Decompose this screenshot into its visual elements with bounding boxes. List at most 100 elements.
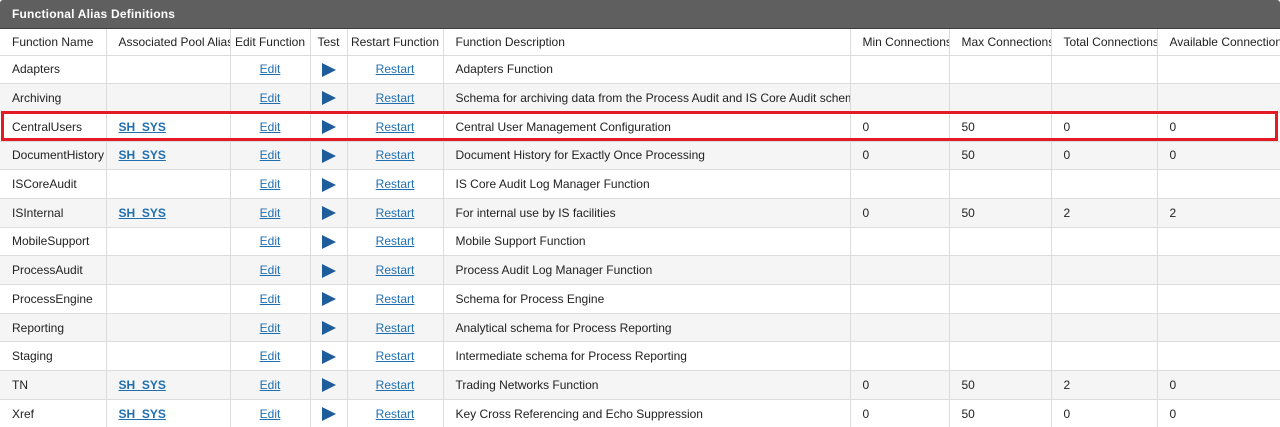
function-name-cell: MobileSupport bbox=[0, 227, 107, 257]
edit-cell: Edit bbox=[230, 198, 311, 228]
total-connections-cell bbox=[1051, 313, 1158, 343]
edit-link[interactable]: Edit bbox=[260, 91, 281, 105]
available-connections-cell bbox=[1157, 284, 1280, 314]
function-name-cell: DocumentHistory bbox=[0, 141, 107, 171]
restart-link[interactable]: Restart bbox=[376, 321, 415, 335]
restart-link[interactable]: Restart bbox=[376, 407, 415, 421]
pool-alias-link[interactable]: SH_SYS bbox=[119, 120, 166, 134]
table-row: ProcessAudit Edit Restart Process Audit … bbox=[0, 255, 1280, 285]
play-icon[interactable] bbox=[321, 120, 336, 135]
pool-alias-cell: SH_SYS bbox=[106, 141, 231, 171]
play-icon[interactable] bbox=[321, 177, 336, 192]
function-description-cell: Central User Management Configuration bbox=[443, 112, 851, 142]
min-connections-cell bbox=[850, 169, 950, 199]
available-connections-cell bbox=[1157, 55, 1280, 85]
edit-link[interactable]: Edit bbox=[260, 321, 281, 335]
min-connections-cell: 0 bbox=[850, 141, 950, 171]
restart-cell: Restart bbox=[347, 112, 444, 142]
pool-alias-cell bbox=[106, 341, 231, 372]
edit-link[interactable]: Edit bbox=[260, 120, 281, 134]
edit-cell: Edit bbox=[230, 313, 311, 343]
test-cell bbox=[310, 399, 348, 427]
function-description-cell: Adapters Function bbox=[443, 55, 851, 85]
table-row: TN SH_SYS Edit Restart Trading Networks … bbox=[0, 370, 1280, 400]
function-name-cell: Adapters bbox=[0, 55, 107, 85]
restart-link[interactable]: Restart bbox=[376, 234, 415, 248]
restart-link[interactable]: Restart bbox=[376, 91, 415, 105]
edit-link[interactable]: Edit bbox=[260, 62, 281, 76]
function-name-cell: Xref bbox=[0, 399, 107, 427]
column-header-available-connections: Available Connections bbox=[1157, 29, 1280, 56]
play-icon[interactable] bbox=[321, 206, 336, 221]
edit-link[interactable]: Edit bbox=[260, 378, 281, 392]
function-description-cell: Schema for Process Engine bbox=[443, 284, 851, 314]
restart-link[interactable]: Restart bbox=[376, 177, 415, 191]
pool-alias-link[interactable]: SH_SYS bbox=[119, 148, 166, 162]
edit-cell: Edit bbox=[230, 399, 311, 427]
restart-link[interactable]: Restart bbox=[376, 378, 415, 392]
play-icon[interactable] bbox=[321, 320, 336, 335]
pool-alias-link[interactable]: SH_SYS bbox=[119, 206, 166, 220]
total-connections-cell bbox=[1051, 169, 1158, 199]
edit-cell: Edit bbox=[230, 141, 311, 171]
play-icon[interactable] bbox=[321, 292, 336, 307]
max-connections-cell bbox=[949, 83, 1052, 113]
max-connections-cell bbox=[949, 341, 1052, 372]
play-icon[interactable] bbox=[321, 263, 336, 278]
function-name-cell: ProcessAudit bbox=[0, 255, 107, 285]
total-connections-cell bbox=[1051, 55, 1158, 85]
restart-link[interactable]: Restart bbox=[376, 292, 415, 306]
pool-alias-cell: SH_SYS bbox=[106, 370, 231, 400]
edit-link[interactable]: Edit bbox=[260, 349, 281, 363]
edit-link[interactable]: Edit bbox=[260, 263, 281, 277]
edit-link[interactable]: Edit bbox=[260, 234, 281, 248]
available-connections-cell bbox=[1157, 169, 1280, 199]
restart-link[interactable]: Restart bbox=[376, 349, 415, 363]
edit-link[interactable]: Edit bbox=[260, 177, 281, 191]
function-description-cell: Process Audit Log Manager Function bbox=[443, 255, 851, 285]
edit-cell: Edit bbox=[230, 169, 311, 199]
edit-link[interactable]: Edit bbox=[260, 292, 281, 306]
edit-cell: Edit bbox=[230, 112, 311, 142]
edit-link[interactable]: Edit bbox=[260, 407, 281, 421]
restart-cell: Restart bbox=[347, 198, 444, 228]
max-connections-cell bbox=[949, 169, 1052, 199]
restart-link[interactable]: Restart bbox=[376, 148, 415, 162]
edit-link[interactable]: Edit bbox=[260, 206, 281, 220]
restart-link[interactable]: Restart bbox=[376, 62, 415, 76]
available-connections-cell bbox=[1157, 313, 1280, 343]
restart-cell: Restart bbox=[347, 284, 444, 314]
edit-cell: Edit bbox=[230, 341, 311, 372]
table-row: DocumentHistory SH_SYS Edit Restart Docu… bbox=[0, 141, 1280, 171]
edit-link[interactable]: Edit bbox=[260, 148, 281, 162]
max-connections-cell bbox=[949, 227, 1052, 257]
restart-link[interactable]: Restart bbox=[376, 206, 415, 220]
function-description-cell: IS Core Audit Log Manager Function bbox=[443, 169, 851, 199]
function-name-cell: ProcessEngine bbox=[0, 284, 107, 314]
total-connections-cell bbox=[1051, 255, 1158, 285]
function-description-cell: Intermediate schema for Process Reportin… bbox=[443, 341, 851, 372]
pool-alias-link[interactable]: SH_SYS bbox=[119, 378, 166, 392]
edit-cell: Edit bbox=[230, 227, 311, 257]
pool-alias-cell bbox=[106, 313, 231, 343]
available-connections-cell: 2 bbox=[1157, 198, 1280, 228]
total-connections-cell bbox=[1051, 341, 1158, 372]
available-connections-cell bbox=[1157, 227, 1280, 257]
pool-alias-link[interactable]: SH_SYS bbox=[119, 407, 166, 421]
play-icon[interactable] bbox=[321, 148, 336, 163]
min-connections-cell bbox=[850, 255, 950, 285]
table-row: Reporting Edit Restart Analytical schema… bbox=[0, 313, 1280, 343]
play-icon[interactable] bbox=[321, 62, 336, 77]
total-connections-cell: 2 bbox=[1051, 370, 1158, 400]
play-icon[interactable] bbox=[321, 234, 336, 249]
function-name-cell: TN bbox=[0, 370, 107, 400]
column-header-total-connections: Total Connections bbox=[1051, 29, 1158, 56]
play-icon[interactable] bbox=[321, 407, 336, 421]
function-description-cell: For internal use by IS facilities bbox=[443, 198, 851, 228]
restart-link[interactable]: Restart bbox=[376, 120, 415, 134]
play-icon[interactable] bbox=[321, 91, 336, 106]
play-icon[interactable] bbox=[321, 378, 336, 393]
play-icon[interactable] bbox=[321, 349, 336, 364]
table-row: ISCoreAudit Edit Restart IS Core Audit L… bbox=[0, 169, 1280, 199]
restart-link[interactable]: Restart bbox=[376, 263, 415, 277]
